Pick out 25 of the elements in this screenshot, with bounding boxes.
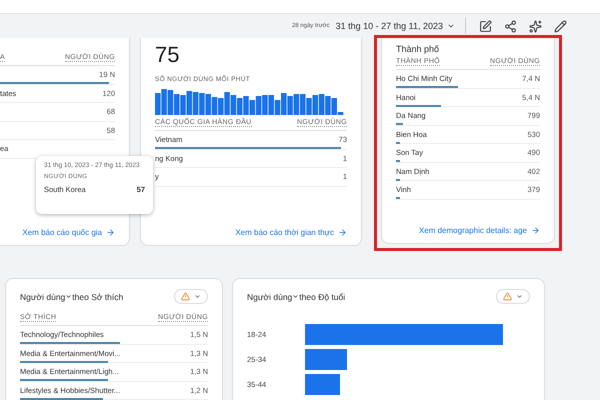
sparkle-icon[interactable]	[529, 20, 542, 33]
caret-icon	[194, 293, 201, 300]
share-icon[interactable]	[504, 20, 517, 33]
warning-icon	[503, 292, 512, 301]
date-range-picker[interactable]: 31 thg 10 - 27 thg 11, 2023	[336, 21, 455, 32]
warning-dropdown[interactable]	[496, 289, 530, 304]
arrow-right-icon	[531, 226, 540, 235]
country-report-link[interactable]: Xem báo cáo quốc gia	[22, 228, 115, 237]
warning-icon	[181, 292, 190, 301]
pencil-icon[interactable]	[554, 20, 567, 33]
card-title: Người dùng theo Độ tuổi	[247, 292, 346, 302]
user-count: 75	[155, 42, 180, 68]
arrow-right-icon	[338, 228, 347, 237]
edit-chart-icon[interactable]	[479, 20, 492, 33]
demographic-details-link[interactable]: Xem demographic details: age	[418, 226, 540, 235]
age-bar	[305, 349, 347, 370]
arrow-right-icon	[106, 228, 115, 237]
caret-icon	[65, 293, 72, 300]
caret-icon	[292, 293, 300, 300]
realtime-report-link[interactable]: Xem báo cáo thời gian thực	[235, 228, 347, 237]
caret-icon	[516, 293, 523, 300]
card-title: Thành phố	[396, 44, 440, 54]
age-bar	[305, 374, 340, 395]
card-title: Người dùng theo Sở thích	[20, 292, 124, 302]
warning-dropdown[interactable]	[174, 289, 208, 304]
